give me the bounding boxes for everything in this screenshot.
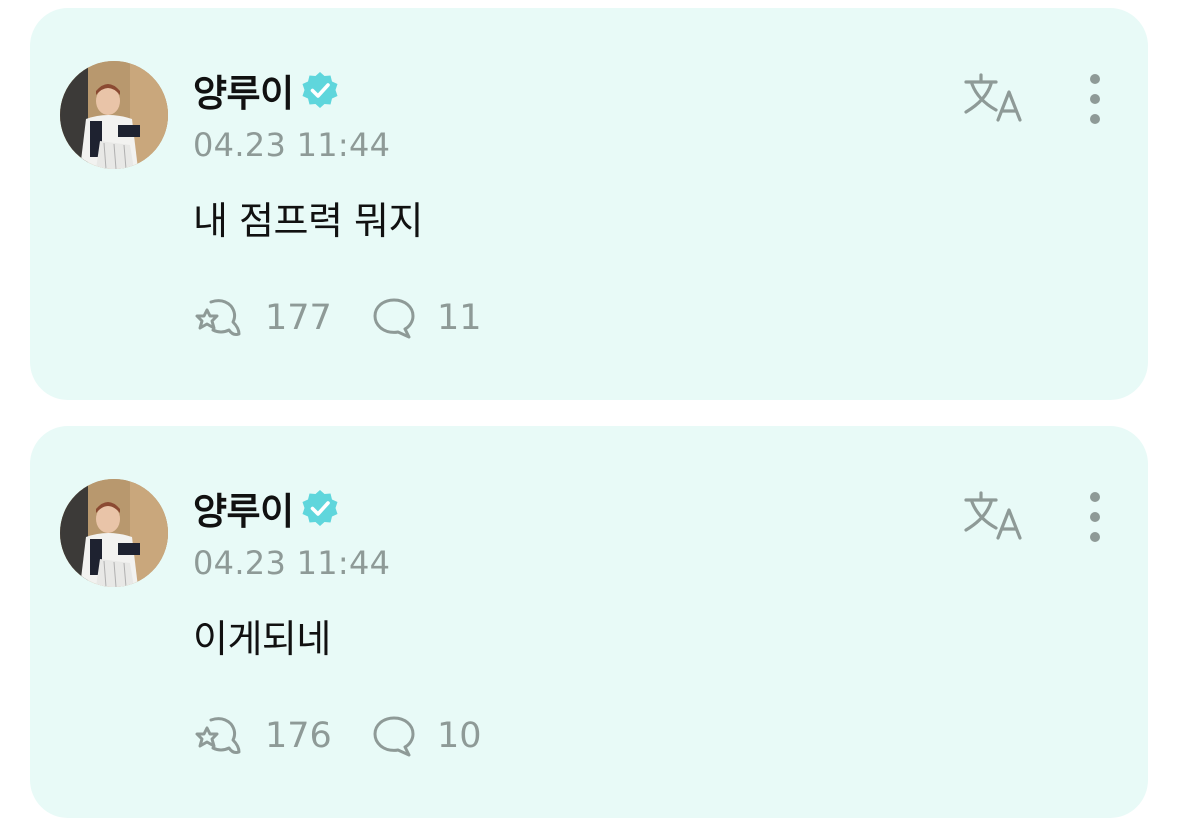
translate-icon[interactable]: [962, 488, 1028, 544]
post-text: 이게되네: [193, 617, 331, 661]
author-row: 양루이: [193, 481, 340, 535]
post-timestamp: 04.23 11:44: [193, 544, 391, 582]
verified-badge-icon: [302, 72, 338, 108]
comment-count: 10: [437, 716, 482, 756]
like-icon: [195, 299, 241, 336]
post-actions: 176 10: [193, 714, 482, 758]
author-name[interactable]: 양루이: [193, 481, 294, 535]
comment-button[interactable]: 10: [371, 714, 482, 758]
avatar[interactable]: [60, 479, 168, 587]
translate-icon[interactable]: [962, 70, 1028, 126]
post-timestamp: 04.23 11:44: [193, 126, 391, 164]
author-row: 양루이: [193, 63, 340, 117]
like-button[interactable]: 176: [193, 714, 371, 758]
like-count: 176: [265, 716, 332, 756]
comment-icon: [373, 716, 415, 757]
post-card[interactable]: 양루이 04.23 11:44 내 점프력 뭐지 177 11: [30, 8, 1148, 400]
comment-count: 11: [437, 298, 482, 338]
verified-badge-icon: [302, 490, 338, 526]
post-feed: 양루이 04.23 11:44 내 점프력 뭐지 177 11 양루이 04.2…: [0, 0, 1179, 824]
post-text: 내 점프력 뭐지: [193, 199, 423, 243]
like-button[interactable]: 177: [193, 296, 371, 340]
comment-icon: [373, 298, 415, 339]
post-card[interactable]: 양루이 04.23 11:44 이게되네 176 10: [30, 426, 1148, 818]
more-vertical-icon[interactable]: [1080, 70, 1110, 130]
like-count: 177: [265, 298, 332, 338]
avatar[interactable]: [60, 61, 168, 169]
more-vertical-icon[interactable]: [1080, 488, 1110, 548]
post-actions: 177 11: [193, 296, 482, 340]
author-name[interactable]: 양루이: [193, 63, 294, 117]
comment-button[interactable]: 11: [371, 296, 482, 340]
like-icon: [195, 717, 241, 754]
